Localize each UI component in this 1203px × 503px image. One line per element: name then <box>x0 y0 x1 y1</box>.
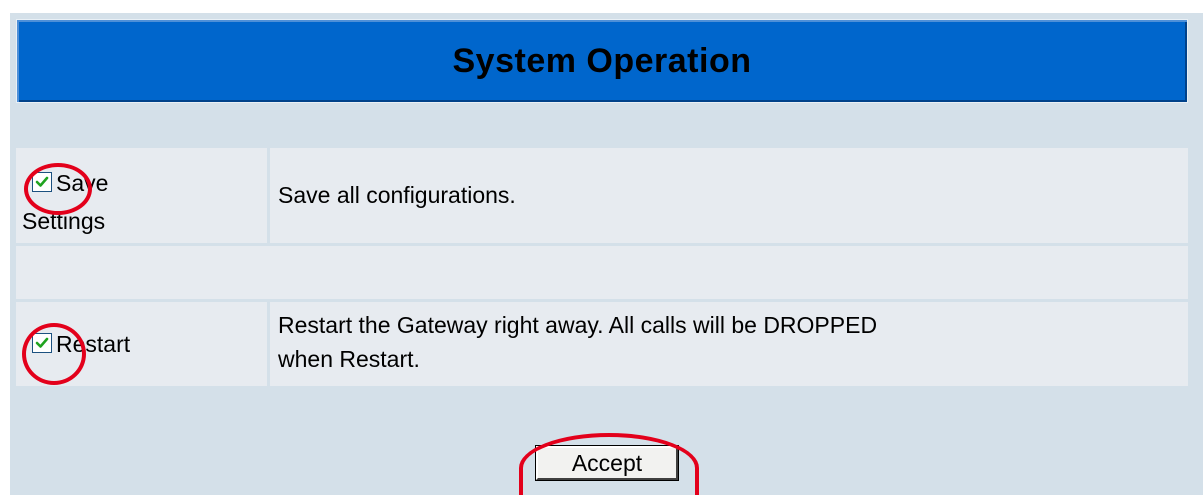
save-settings-description: Save all configurations. <box>278 182 516 208</box>
save-settings-row: Save Settings Save all configurations. <box>16 148 1188 243</box>
page-title: System Operation <box>452 41 752 80</box>
save-settings-label-line1: Save <box>56 170 109 196</box>
restart-cell: Restart <box>16 302 267 386</box>
page-header: System Operation <box>16 19 1188 103</box>
restart-description-cell: Restart the Gateway right away. All call… <box>270 302 1188 386</box>
save-settings-label-line2: Settings <box>22 208 106 234</box>
accept-button[interactable]: Accept <box>535 445 679 481</box>
check-icon <box>35 176 49 187</box>
save-settings-description-cell: Save all configurations. <box>270 148 1188 243</box>
restart-description-line2: when Restart. <box>278 346 420 372</box>
restart-row: Restart Restart the Gateway right away. … <box>16 302 1188 386</box>
check-icon <box>35 337 49 348</box>
restart-label: Restart <box>56 331 131 357</box>
spacer-row <box>16 246 1188 299</box>
save-settings-checkbox[interactable] <box>32 171 52 192</box>
restart-description-line1: Restart the Gateway right away. All call… <box>278 312 878 338</box>
save-settings-cell: Save Settings <box>16 148 267 243</box>
restart-checkbox[interactable] <box>32 332 52 353</box>
